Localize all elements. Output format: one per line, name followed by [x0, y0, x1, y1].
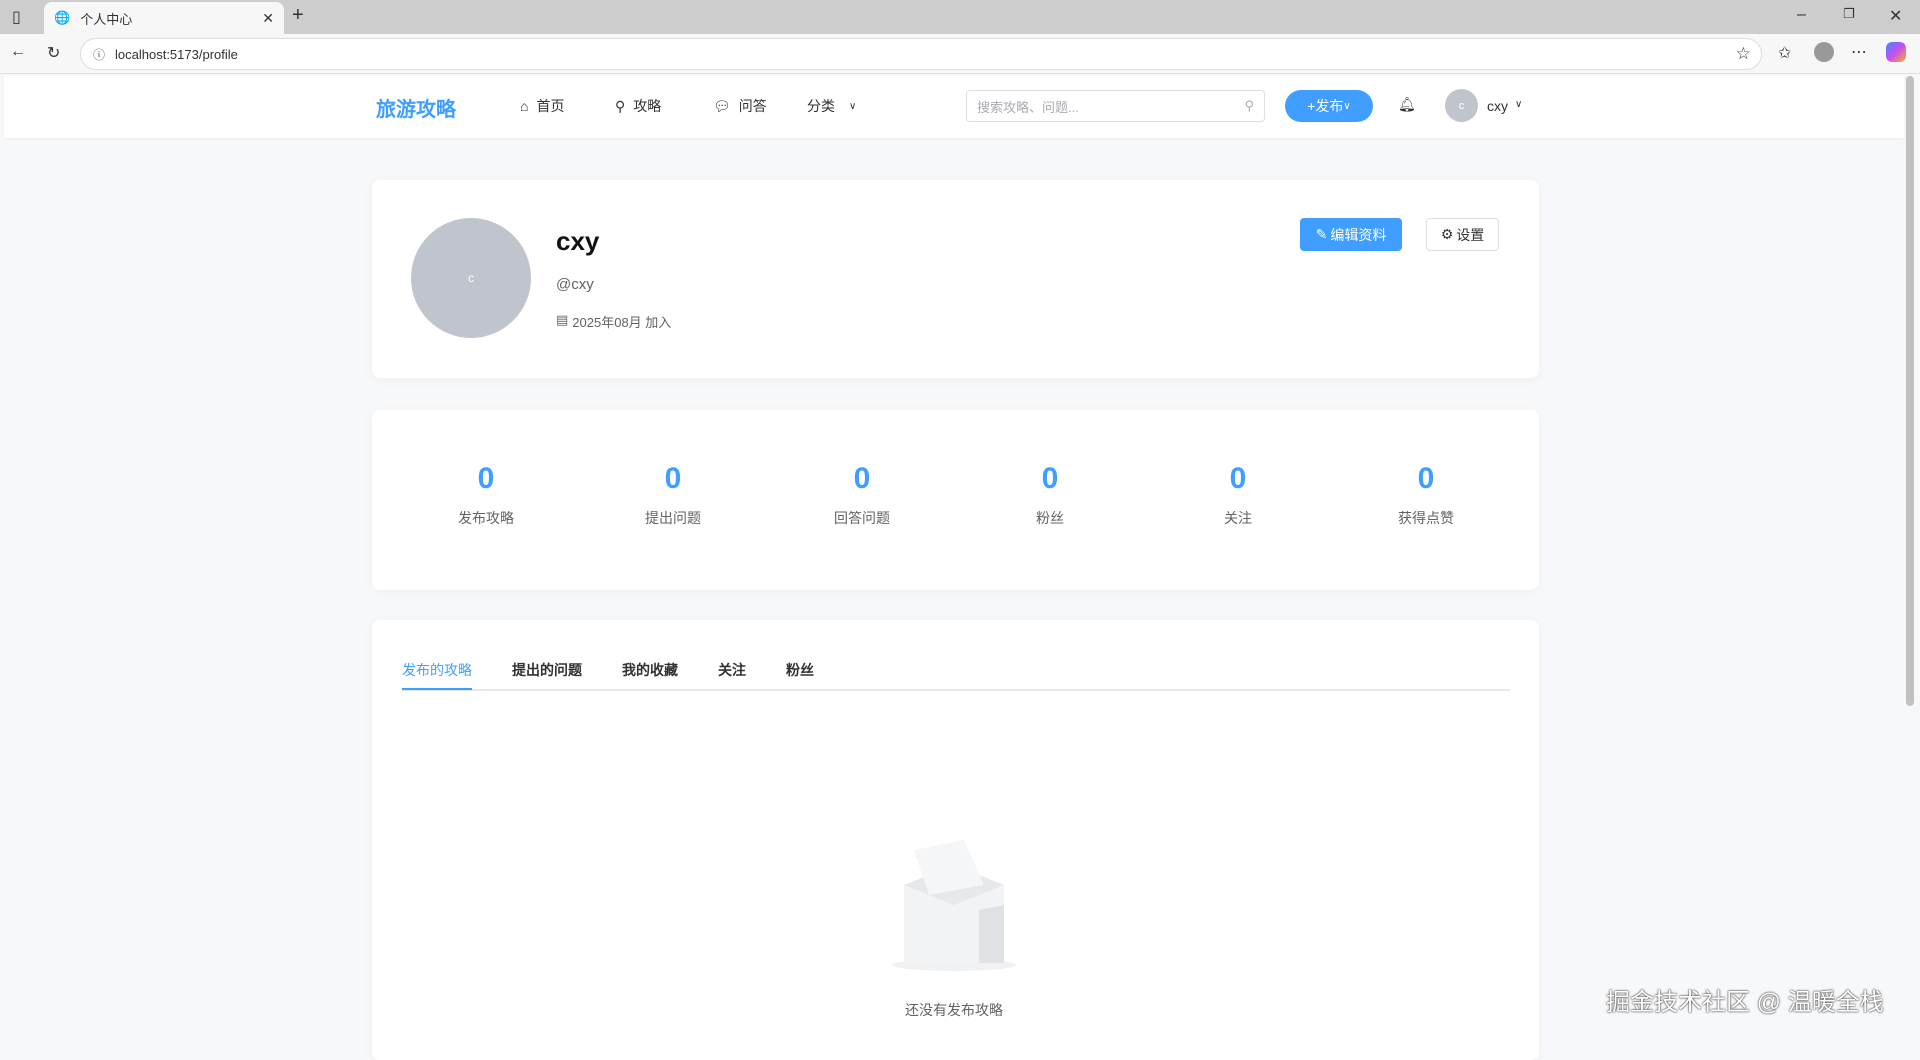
watermark: 掘金技术社区 @ 温暖全栈 — [1606, 989, 1884, 1016]
stat-label: 发布攻略 — [458, 510, 514, 526]
favorite-star-icon[interactable]: ☆ — [1736, 44, 1751, 64]
bell-icon[interactable]: 🔔︎ — [1398, 96, 1416, 113]
join-date: ▤ 2025年08月 加入 — [556, 312, 671, 331]
search-icon[interactable]: ⚲ — [1244, 98, 1254, 114]
favorites-icon[interactable]: ✩ — [1778, 43, 1791, 63]
stat-label: 获得点赞 — [1398, 510, 1454, 526]
nav-label: 问答 — [738, 98, 767, 114]
gear-icon: ⚙ — [1440, 226, 1454, 242]
stat-value: 0 — [853, 462, 871, 495]
profile-tab[interactable]: 粉丝 — [786, 660, 814, 680]
chevron-down-icon: ∨ — [1343, 100, 1351, 112]
more-icon[interactable]: ⋯ — [1851, 42, 1867, 62]
calendar-icon: ▤ — [556, 312, 569, 327]
chat-icon: 💬︎ — [713, 97, 731, 114]
stat-label: 粉丝 — [1036, 510, 1064, 526]
user-name[interactable]: cxy — [1487, 98, 1508, 114]
stat-value: 0 — [664, 462, 682, 495]
nav-guides[interactable]: ⚲ 攻略 — [615, 96, 661, 116]
stat-item[interactable]: 0 回答问题 — [782, 462, 942, 528]
tab-title: 个人中心 — [80, 11, 133, 27]
browser-tab-bar — [0, 0, 1920, 34]
profile-tab[interactable]: 提出的问题 — [512, 660, 582, 680]
profile-icon[interactable] — [1814, 42, 1834, 62]
stat-item[interactable]: 0 获得点赞 — [1346, 462, 1506, 528]
nav-qa[interactable]: 💬︎ 问答 — [713, 96, 767, 116]
edit-label: 编辑资料 — [1330, 226, 1387, 243]
join-date-text: 2025年08月 加入 — [572, 315, 672, 330]
close-tab-icon[interactable]: ✕ — [262, 10, 274, 27]
stat-value: 0 — [1229, 462, 1247, 495]
minimize-icon[interactable]: – — [1797, 6, 1806, 24]
stat-value: 0 — [1417, 462, 1435, 495]
home-icon: ⌂ — [520, 98, 529, 114]
stat-item[interactable]: 0 提出问题 — [593, 462, 753, 528]
profile-tab[interactable]: 关注 — [718, 660, 746, 680]
empty-box-illustration — [874, 815, 1034, 975]
stat-item[interactable]: 0 发布攻略 — [406, 462, 566, 528]
stat-label: 关注 — [1224, 510, 1252, 526]
new-tab-icon[interactable]: + — [292, 4, 304, 27]
profile-card — [372, 180, 1539, 378]
stat-label: 提出问题 — [645, 510, 701, 526]
nav-label: 分类 — [807, 98, 835, 114]
tabs-divider — [402, 689, 1510, 691]
empty-state-text: 还没有发布攻略 — [905, 1002, 1003, 1018]
close-window-icon[interactable]: ✕ — [1889, 6, 1902, 26]
edit-icon: ✎ — [1315, 226, 1328, 242]
globe-icon: 🌐 — [54, 10, 71, 25]
stat-label: 回答问题 — [834, 510, 890, 526]
sidebar-toggle-icon[interactable]: ▯ — [12, 7, 21, 27]
site-header — [4, 76, 1904, 138]
stat-value: 0 — [1041, 462, 1059, 495]
nav-label: 首页 — [536, 98, 565, 114]
publish-label: +发布 — [1307, 98, 1344, 114]
publish-button[interactable]: +发布 ∨ — [1285, 90, 1373, 122]
stat-item[interactable]: 0 关注 — [1158, 462, 1318, 528]
nav-category[interactable]: 分类 ∨ — [807, 96, 856, 116]
restore-icon[interactable]: ❐ — [1843, 6, 1855, 22]
copilot-icon[interactable] — [1886, 42, 1906, 62]
chevron-down-icon: ∨ — [849, 100, 857, 112]
info-icon: ⓘ — [93, 47, 106, 62]
site-logo[interactable]: 旅游攻略 — [376, 93, 456, 122]
edit-profile-button[interactable]: ✎ 编辑资料 — [1300, 218, 1402, 251]
profile-avatar: c — [411, 218, 531, 338]
search-input[interactable]: 搜索攻略、问题... ⚲ — [966, 90, 1265, 122]
map-pin-icon: ⚲ — [615, 97, 626, 114]
search-placeholder: 搜索攻略、问题... — [977, 99, 1079, 115]
scrollbar[interactable] — [1906, 76, 1914, 706]
profile-handle: @cxy — [556, 276, 594, 293]
url-text: localhost:5173/profile — [115, 46, 238, 62]
reload-icon[interactable]: ↻ — [47, 43, 60, 63]
profile-tab[interactable]: 我的收藏 — [622, 660, 678, 680]
url-input[interactable]: ⓘ localhost:5173/profile ☆ — [80, 38, 1762, 70]
browser-tab[interactable]: 🌐 个人中心 ✕ — [44, 2, 284, 34]
settings-label: 设置 — [1456, 226, 1485, 243]
nav-home[interactable]: ⌂ 首页 — [520, 96, 564, 116]
back-icon[interactable]: ← — [10, 43, 26, 61]
nav-label: 攻略 — [633, 98, 662, 114]
profile-tab[interactable]: 发布的攻略 — [402, 660, 472, 690]
stat-item[interactable]: 0 粉丝 — [970, 462, 1130, 528]
chevron-down-icon[interactable]: ∨ — [1515, 99, 1522, 110]
user-avatar[interactable]: c — [1445, 89, 1478, 122]
settings-button[interactable]: ⚙ 设置 — [1426, 218, 1499, 251]
stat-value: 0 — [477, 462, 495, 495]
profile-name: cxy — [556, 226, 600, 256]
